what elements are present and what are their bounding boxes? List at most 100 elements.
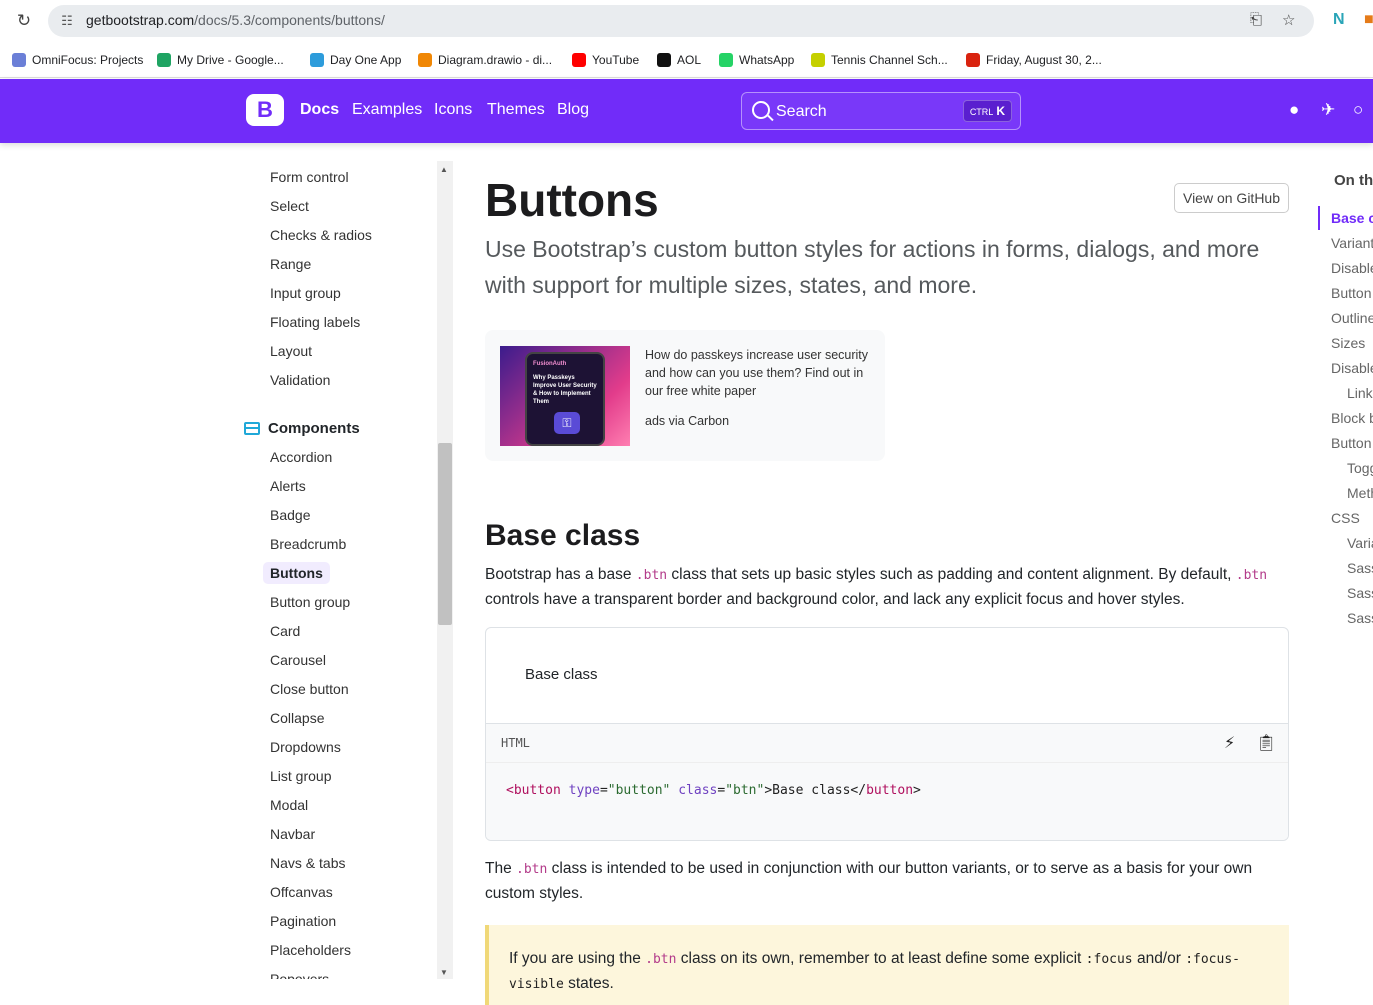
github-icon[interactable]: ● bbox=[1289, 100, 1299, 120]
site-info-icon[interactable]: ☷ bbox=[58, 12, 76, 30]
youtube-icon bbox=[572, 53, 586, 67]
sidebar-item-carousel[interactable]: Carousel bbox=[270, 652, 326, 668]
sidebar-item-accordion[interactable]: Accordion bbox=[270, 449, 332, 465]
address-bar[interactable]: ☷ getbootstrap.com/docs/5.3/components/b… bbox=[48, 5, 1314, 37]
nav-examples[interactable]: Examples bbox=[352, 101, 422, 119]
ad-text[interactable]: How do passkeys increase user security a… bbox=[645, 346, 875, 400]
bookmark-star-icon[interactable]: ☆ bbox=[1282, 11, 1295, 29]
extension-icon-2[interactable]: ■ bbox=[1364, 11, 1373, 29]
toc-item-sass-mixins[interactable]: Sass mixins bbox=[1347, 560, 1373, 576]
carbon-ad[interactable]: FusionAuth Why Passkeys Improve User Sec… bbox=[485, 330, 885, 461]
sidebar-item-buttons[interactable]: Buttons bbox=[263, 562, 330, 584]
reload-icon[interactable]: ↻ bbox=[14, 11, 34, 31]
toc-item-outline-buttons[interactable]: Outline buttons bbox=[1331, 310, 1373, 326]
btn-usage-paragraph: The .btn class is intended to be used in… bbox=[485, 860, 1253, 902]
install-app-icon[interactable]: ⎗ bbox=[1250, 11, 1262, 28]
bookmark-label: Friday, August 30, 2... bbox=[986, 53, 1102, 67]
scroll-up-arrow-icon[interactable]: ▲ bbox=[440, 165, 448, 174]
nav-docs[interactable]: Docs bbox=[300, 101, 339, 119]
toc-item-button-plugin[interactable]: Button plugin bbox=[1331, 435, 1373, 451]
docs-sidebar: Components Form control Select Checks & ra… bbox=[0, 143, 437, 979]
toc-item-sass-loops[interactable]: Sass loops bbox=[1347, 585, 1373, 601]
toc-item-variables[interactable]: Variables bbox=[1347, 535, 1373, 551]
components-icon bbox=[244, 422, 260, 435]
bookmarks-bar: OmniFocus: Projects My Drive - Google... D… bbox=[0, 42, 1373, 78]
sidebar-item-popovers[interactable]: Popovers bbox=[270, 971, 329, 979]
nav-icons[interactable]: Icons bbox=[434, 101, 472, 119]
toc-item-toggle-states[interactable]: Toggle states bbox=[1347, 460, 1373, 476]
extension-icon[interactable]: N bbox=[1333, 11, 1345, 29]
site-navbar: B Docs Examples Icons Themes Blog Search… bbox=[0, 79, 1373, 143]
bookmark-7[interactable]: Tennis Channel Sch... bbox=[811, 51, 948, 69]
sidebar-item-navs-tabs[interactable]: Navs & tabs bbox=[270, 855, 345, 871]
bookmark-label: OmniFocus: Projects bbox=[32, 53, 144, 67]
sidebar-item-checks-radios[interactable]: Checks & radios bbox=[270, 227, 372, 243]
toc-item-button-tags[interactable]: Button tags bbox=[1331, 285, 1373, 301]
sidebar-item-pagination[interactable]: Pagination bbox=[270, 913, 336, 929]
sidebar-item-form-control[interactable]: Form control bbox=[270, 169, 349, 185]
sidebar-item-placeholders[interactable]: Placeholders bbox=[270, 942, 351, 958]
bookmark-6[interactable]: WhatsApp bbox=[719, 51, 794, 69]
toc-item-block-buttons[interactable]: Block buttons bbox=[1331, 410, 1373, 426]
lightning-icon[interactable]: ⚡ bbox=[1224, 733, 1235, 753]
bookmark-2[interactable]: Day One App bbox=[310, 51, 401, 69]
toc-item-sizes[interactable]: Sizes bbox=[1331, 335, 1365, 351]
sidebar-item-floating-labels[interactable]: Floating labels bbox=[270, 314, 360, 330]
sidebar-item-navbar[interactable]: Navbar bbox=[270, 826, 315, 842]
sidebar-item-close-button[interactable]: Close button bbox=[270, 681, 349, 697]
warning-callout: If you are using the .btn class on its o… bbox=[485, 925, 1289, 1005]
bookmark-label: WhatsApp bbox=[739, 53, 795, 67]
calendar-icon bbox=[966, 53, 980, 67]
sidebar-item-alerts[interactable]: Alerts bbox=[270, 478, 306, 494]
bookmark-5[interactable]: AOL bbox=[657, 51, 701, 69]
table-of-contents: On this page Base class Variants Disable t… bbox=[1318, 143, 1373, 979]
toc-item-css[interactable]: CSS bbox=[1331, 510, 1360, 526]
sidebar-item-card[interactable]: Card bbox=[270, 623, 300, 639]
sidebar-item-badge[interactable]: Badge bbox=[270, 507, 310, 523]
toc-item-sass-maps[interactable]: Sass maps bbox=[1347, 610, 1373, 626]
bookmark-3[interactable]: Diagram.drawio - di... bbox=[418, 51, 552, 69]
toc-item-disable-text-wrapping[interactable]: Disable text wrapping bbox=[1331, 260, 1373, 276]
code-snippet: <button type="button" class="btn">Base c… bbox=[486, 763, 1288, 840]
sidebar-item-list-group[interactable]: List group bbox=[270, 768, 331, 784]
view-on-github-button[interactable]: View on GitHub bbox=[1174, 183, 1289, 213]
sidebar-item-range[interactable]: Range bbox=[270, 256, 311, 272]
scroll-down-arrow-icon[interactable]: ▼ bbox=[440, 968, 448, 977]
opencollective-icon[interactable]: ○ bbox=[1353, 100, 1363, 120]
toc-item-variants[interactable]: Variants bbox=[1331, 235, 1373, 251]
url-text[interactable]: getbootstrap.com/docs/5.3/components/but… bbox=[86, 12, 385, 28]
sidebar-item-validation[interactable]: Validation bbox=[270, 372, 330, 388]
sidebar-item-dropdowns[interactable]: Dropdowns bbox=[270, 739, 341, 755]
ad-attribution[interactable]: ads via Carbon bbox=[645, 414, 729, 428]
nav-themes[interactable]: Themes bbox=[487, 101, 545, 119]
sidebar-item-select[interactable]: Select bbox=[270, 198, 309, 214]
drawio-icon bbox=[418, 53, 432, 67]
toc-item-base-class[interactable]: Base class bbox=[1331, 210, 1373, 226]
clipboard-icon[interactable]: 📋︎ bbox=[1256, 733, 1276, 753]
bookmark-1[interactable]: My Drive - Google... bbox=[157, 51, 284, 69]
bookmark-4[interactable]: YouTube bbox=[572, 51, 639, 69]
sidebar-item-input-group[interactable]: Input group bbox=[270, 285, 341, 301]
ad-image[interactable]: FusionAuth Why Passkeys Improve User Sec… bbox=[500, 346, 630, 446]
bookmark-8[interactable]: Friday, August 30, 2... bbox=[966, 51, 1102, 69]
sidebar-item-breadcrumb[interactable]: Breadcrumb bbox=[270, 536, 346, 552]
sidebar-item-button-group[interactable]: Button group bbox=[270, 594, 350, 610]
base-class-example-button[interactable]: Base class bbox=[525, 666, 598, 683]
sidebar-item-layout[interactable]: Layout bbox=[270, 343, 312, 359]
twitter-icon[interactable]: ✈ bbox=[1321, 100, 1335, 120]
bookmark-label: Tennis Channel Sch... bbox=[831, 53, 948, 67]
sidebar-item-modal[interactable]: Modal bbox=[270, 797, 308, 813]
code-toolbar: HTML ⚡ 📋︎ bbox=[486, 723, 1288, 763]
sidebar-item-collapse[interactable]: Collapse bbox=[270, 710, 324, 726]
docs-search-button[interactable]: Search CTRL K bbox=[741, 92, 1021, 130]
toc-item-methods[interactable]: Methods bbox=[1347, 485, 1373, 501]
sidebar-scroll-thumb[interactable] bbox=[438, 443, 452, 625]
bootstrap-logo[interactable]: B bbox=[246, 94, 284, 126]
toc-item-link-functionality-caveat[interactable]: Link functionality caveat bbox=[1347, 385, 1373, 401]
toc-item-disabled-state[interactable]: Disabled state bbox=[1331, 360, 1373, 376]
nav-blog[interactable]: Blog bbox=[557, 101, 589, 119]
bookmark-0[interactable]: OmniFocus: Projects bbox=[12, 51, 143, 69]
sidebar-components-heading: Components bbox=[244, 420, 360, 437]
toc-active-indicator bbox=[1318, 206, 1320, 230]
sidebar-item-offcanvas[interactable]: Offcanvas bbox=[270, 884, 333, 900]
